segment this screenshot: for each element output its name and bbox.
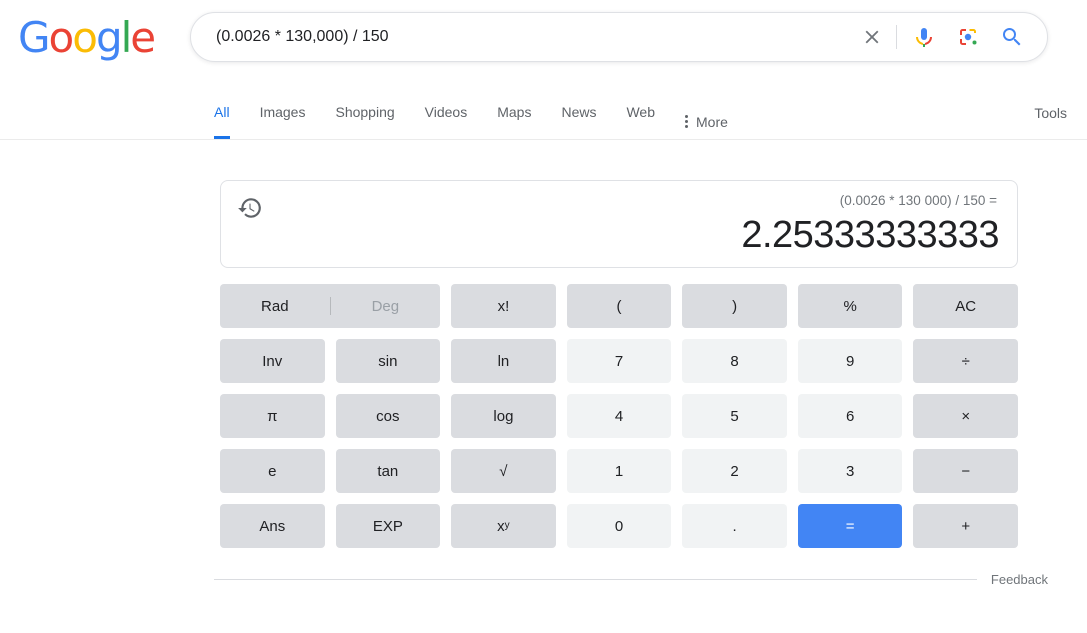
nav-tab-news[interactable]: News [561, 92, 596, 139]
search-bar[interactable] [190, 12, 1048, 62]
logo-letter-4: l [121, 17, 131, 59]
search-nav-tabs: All Images Shopping Videos Maps News Web More To… [0, 92, 1087, 140]
calc-key-xy[interactable]: xy [451, 504, 556, 548]
calc-key-5[interactable]: 5 [682, 394, 787, 438]
calc-key-cos[interactable]: cos [336, 394, 441, 438]
nav-tab-all[interactable]: All [214, 92, 230, 139]
calc-key-sym[interactable]: π [220, 394, 325, 438]
logo-letter-3: g [96, 17, 121, 59]
calc-key-sym[interactable]: % [798, 284, 903, 328]
close-icon[interactable] [852, 17, 892, 57]
calc-key-sym[interactable]: = [798, 504, 903, 548]
calculator-display: (0.0026 * 130 000) / 150 = 2.25333333333 [220, 180, 1018, 268]
calc-key-8[interactable]: 8 [682, 339, 787, 383]
calc-key-sym[interactable]: ÷ [913, 339, 1018, 383]
nav-tab-videos[interactable]: Videos [425, 92, 468, 139]
calc-key-ln[interactable]: ln [451, 339, 556, 383]
calc-key-9[interactable]: 9 [798, 339, 903, 383]
calc-key-3[interactable]: 3 [798, 449, 903, 493]
search-input[interactable] [191, 13, 852, 61]
nav-tab-web[interactable]: Web [626, 92, 655, 139]
calc-key-0[interactable]: 0 [567, 504, 672, 548]
calc-key-7[interactable]: 7 [567, 339, 672, 383]
calculator-footer: Feedback [214, 572, 1048, 587]
deg-mode-label[interactable]: Deg [331, 299, 441, 314]
calc-key-sym[interactable]: × [913, 394, 1018, 438]
page-header: Google [0, 0, 1087, 92]
key-rad-deg-toggle[interactable]: Rad Deg [220, 284, 440, 328]
nav-tab-list: All Images Shopping Videos Maps News Web More To… [214, 92, 1067, 139]
nav-tab-more-label: More [696, 115, 728, 129]
calculator-widget: (0.0026 * 130 000) / 150 = 2.25333333333… [220, 180, 1018, 548]
calc-key-sym[interactable]: + [913, 504, 1018, 548]
calc-key-sym[interactable]: ( [567, 284, 672, 328]
logo-letter-1: o [49, 17, 73, 59]
calc-key-exp[interactable]: EXP [336, 504, 441, 548]
key-label: x [497, 519, 505, 534]
search-icon[interactable] [989, 17, 1035, 57]
kebab-menu-icon [685, 115, 688, 129]
nav-tab-more[interactable]: More [685, 92, 728, 139]
nav-tab-maps[interactable]: Maps [497, 92, 531, 139]
logo-letter-5: e [130, 17, 154, 59]
calculator-keypad: Rad Deg x!()%AC Invsinln789÷ πcoslog456× et… [220, 284, 1018, 548]
calc-key-6[interactable]: 6 [798, 394, 903, 438]
calc-key-4[interactable]: 4 [567, 394, 672, 438]
microphone-icon[interactable] [905, 17, 943, 57]
history-icon[interactable] [237, 195, 263, 226]
logo-letter-0: G [18, 17, 49, 59]
calc-key-sym[interactable]: . [682, 504, 787, 548]
calc-key-ans[interactable]: Ans [220, 504, 325, 548]
calc-key-tan[interactable]: tan [336, 449, 441, 493]
calc-key-ac[interactable]: AC [913, 284, 1018, 328]
footer-divider [214, 579, 977, 580]
calc-key-sym[interactable]: √ [451, 449, 556, 493]
calc-key-sin[interactable]: sin [336, 339, 441, 383]
calc-key-1[interactable]: 1 [567, 449, 672, 493]
key-exponent: y [505, 521, 510, 531]
rad-mode-label[interactable]: Rad [220, 299, 330, 314]
search-divider [896, 25, 897, 49]
calc-key-log[interactable]: log [451, 394, 556, 438]
tools-button[interactable]: Tools [1034, 92, 1067, 121]
calc-key-2[interactable]: 2 [682, 449, 787, 493]
calc-key-e[interactable]: e [220, 449, 325, 493]
nav-tab-images[interactable]: Images [260, 92, 306, 139]
calculator-expression: (0.0026 * 130 000) / 150 = [239, 193, 999, 209]
calc-key-x[interactable]: x! [451, 284, 556, 328]
calc-key-inv[interactable]: Inv [220, 339, 325, 383]
google-logo[interactable]: Google [18, 17, 154, 59]
calc-key-sym[interactable]: − [913, 449, 1018, 493]
google-lens-icon[interactable] [947, 17, 989, 57]
logo-letter-2: o [72, 17, 96, 59]
calculator-result: 2.25333333333 [239, 212, 999, 260]
calc-key-sym[interactable]: ) [682, 284, 787, 328]
feedback-link[interactable]: Feedback [991, 572, 1048, 587]
nav-tab-shopping[interactable]: Shopping [335, 92, 394, 139]
